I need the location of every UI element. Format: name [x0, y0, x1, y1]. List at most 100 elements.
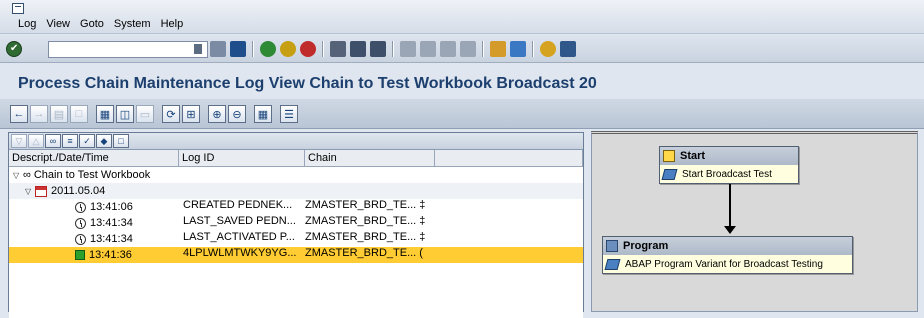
exit-icon[interactable] [280, 41, 296, 57]
layout-icon[interactable] [560, 41, 576, 57]
display-icon[interactable]: ▤ [50, 105, 68, 123]
table-row[interactable]: 13:41:34 LAST_SAVED PEDN... ZMASTER_BRD_… [9, 215, 583, 231]
menu-goto[interactable]: Goto [80, 18, 104, 30]
process-cube-icon [661, 168, 678, 180]
zoom-out-icon[interactable]: ⊖ [228, 105, 246, 123]
menu-help[interactable]: Help [161, 18, 184, 30]
help-icon[interactable] [540, 41, 556, 57]
zoom-in-icon[interactable]: ⊕ [208, 105, 226, 123]
column-header-chain[interactable]: Chain [305, 150, 435, 166]
program-node-body: ABAP Program Variant for Broadcast Testi… [603, 255, 852, 273]
process-cube-icon [604, 258, 621, 270]
menu-list: Log View Goto System Help [18, 18, 183, 30]
command-history-icon[interactable] [194, 44, 202, 54]
column-header-empty [435, 150, 583, 166]
chain-cell: ZMASTER_BRD_TE... ( [305, 247, 423, 259]
start-node-header: Start [660, 147, 798, 165]
separator [392, 41, 394, 57]
connector-arrow [724, 226, 736, 234]
tree-row-date[interactable]: ▽ 2011.05.04 [9, 183, 583, 199]
start-icon [663, 150, 675, 162]
chain-label: Chain to Test Workbook [33, 169, 151, 181]
refresh-icon[interactable]: ⟳ [162, 105, 180, 123]
standard-toolbar [0, 35, 924, 63]
highlight-icon[interactable]: ◆ [96, 134, 112, 148]
settings-icon[interactable]: ✓ [79, 134, 95, 148]
log-id-cell: LAST_SAVED PEDN... [183, 215, 296, 227]
program-node-header: Program [603, 237, 852, 255]
shortcut-icon[interactable] [510, 41, 526, 57]
clock-icon [75, 217, 86, 229]
separator [532, 41, 534, 57]
collapse-all-icon[interactable]: △ [28, 134, 44, 148]
new-session-icon[interactable] [490, 41, 506, 57]
command-field[interactable] [48, 41, 208, 58]
chain-cell: ZMASTER_BRD_TE... ‡ [305, 215, 426, 227]
arrow-left-icon[interactable]: ← [10, 105, 28, 123]
menu-system[interactable]: System [114, 18, 151, 30]
transfer-icon[interactable]: ⊞ [182, 105, 200, 123]
date-label: 2011.05.04 [51, 185, 106, 197]
hierarchy-icon[interactable]: ▦ [96, 105, 114, 123]
table-header: Descript./Date/Time Log ID Chain [9, 150, 583, 167]
link-icon[interactable]: ∞ [45, 134, 61, 148]
table-row-selected[interactable]: 13:41:36 4LPLWLMTWKY9YG... ZMASTER_BRD_T… [9, 247, 583, 263]
program-node[interactable]: Program ABAP Program Variant for Broadca… [602, 236, 853, 274]
menu-log[interactable]: Log [18, 18, 36, 30]
column-header-log-id[interactable]: Log ID [179, 150, 305, 166]
previous-page-icon[interactable] [420, 41, 436, 57]
time-cell: 13:41:06 [90, 201, 133, 213]
next-page-icon[interactable] [440, 41, 456, 57]
save-icon[interactable] [230, 41, 246, 57]
tree-empty-area [9, 263, 583, 318]
separator [482, 41, 484, 57]
clock-icon [75, 233, 86, 245]
tree-row-chain[interactable]: ▽ ∞ Chain to Test Workbook [9, 167, 583, 183]
last-page-icon[interactable] [460, 41, 476, 57]
find-next-icon[interactable] [370, 41, 386, 57]
status-green-icon [75, 250, 85, 260]
system-menu-icon[interactable] [12, 3, 24, 14]
table-row[interactable]: 13:41:06 CREATED PEDNEK... ZMASTER_BRD_T… [9, 199, 583, 215]
expand-arrow-icon[interactable]: ▽ [13, 171, 23, 180]
log-id-cell: 4LPLWLMTWKY9YG... [183, 247, 297, 259]
back-icon[interactable] [260, 41, 276, 57]
program-icon [606, 240, 618, 252]
column-header-description[interactable]: Descript./Date/Time [9, 150, 179, 166]
page-title: Process Chain Maintenance Log View Chain… [18, 75, 597, 92]
export-icon[interactable]: □ [113, 134, 129, 148]
log-id-cell: CREATED PEDNEK... [183, 199, 293, 211]
application-toolbar-buttons: ← → ▤ □ ▦ ◫ ▭ ⟳ ⊞ ⊕ ⊖ ▦ ☰ [10, 105, 298, 123]
tree-icon[interactable]: ◫ [116, 105, 134, 123]
program-node-title: Program [623, 240, 669, 252]
collapse-icon[interactable] [210, 41, 226, 57]
menu-bar: Log View Goto System Help [0, 0, 924, 34]
expand-arrow-icon[interactable]: ▽ [25, 187, 35, 196]
standard-toolbar-icons [210, 41, 576, 57]
time-cell: 13:41:34 [90, 233, 133, 245]
program-node-label: ABAP Program Variant for Broadcast Testi… [625, 258, 823, 270]
expand-icon[interactable]: ▽ [11, 134, 27, 148]
overview-icon[interactable]: ▦ [254, 105, 272, 123]
ok-icon[interactable] [6, 41, 22, 57]
table-row[interactable]: 13:41:34 LAST_ACTIVATED P... ZMASTER_BRD… [9, 231, 583, 247]
connector-line [729, 184, 731, 227]
start-node[interactable]: Start Start Broadcast Test [659, 146, 799, 184]
cancel-icon[interactable] [300, 41, 316, 57]
calendar-icon [35, 185, 47, 197]
find-icon[interactable] [350, 41, 366, 57]
first-page-icon[interactable] [400, 41, 416, 57]
menu-view[interactable]: View [46, 18, 70, 30]
list-icon[interactable]: ☰ [280, 105, 298, 123]
layout-toggle-icon[interactable]: ▭ [136, 105, 154, 123]
chain-icon: ∞ [23, 169, 31, 181]
separator [252, 41, 254, 57]
print-icon[interactable] [330, 41, 346, 57]
document-icon[interactable]: □ [70, 105, 88, 123]
filter-icon[interactable]: ≡ [62, 134, 78, 148]
application-toolbar: ← → ▤ □ ▦ ◫ ▭ ⟳ ⊞ ⊕ ⊖ ▦ ☰ [0, 99, 924, 129]
tree-toolbar: ▽ △ ∞ ≡ ✓ ◆ □ [9, 133, 583, 150]
separator [322, 41, 324, 57]
arrow-right-icon[interactable]: → [30, 105, 48, 123]
start-node-title: Start [680, 150, 706, 162]
